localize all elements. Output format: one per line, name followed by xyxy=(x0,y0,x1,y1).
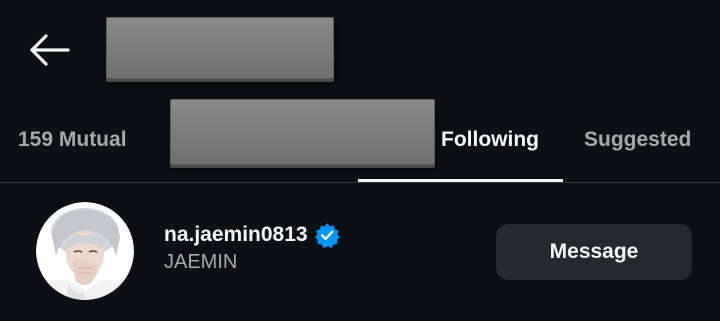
tab-suggested[interactable]: Suggested xyxy=(584,126,691,154)
verified-badge-icon xyxy=(314,223,340,248)
username[interactable]: na.jaemin0813 xyxy=(164,223,308,247)
active-tab-indicator xyxy=(358,179,563,182)
avatar[interactable] xyxy=(36,202,134,300)
back-button[interactable] xyxy=(26,30,72,70)
redacted-tab-label xyxy=(170,99,435,165)
profile-photo-avatar xyxy=(36,202,134,300)
redacted-header-title xyxy=(106,17,334,79)
username-line: na.jaemin0813 xyxy=(164,222,340,248)
arrow-left-icon xyxy=(30,34,70,66)
message-button[interactable]: Message xyxy=(496,224,692,280)
following-list-screen: 159 Mutual Following Suggested na.jaemin… xyxy=(0,0,720,321)
tab-divider xyxy=(0,182,720,183)
tab-mutual[interactable]: 159 Mutual xyxy=(18,126,127,154)
user-list-item[interactable]: na.jaemin0813 JAEMIN Message xyxy=(0,200,720,302)
tab-following[interactable]: Following xyxy=(441,126,539,154)
full-name: JAEMIN xyxy=(164,251,238,273)
